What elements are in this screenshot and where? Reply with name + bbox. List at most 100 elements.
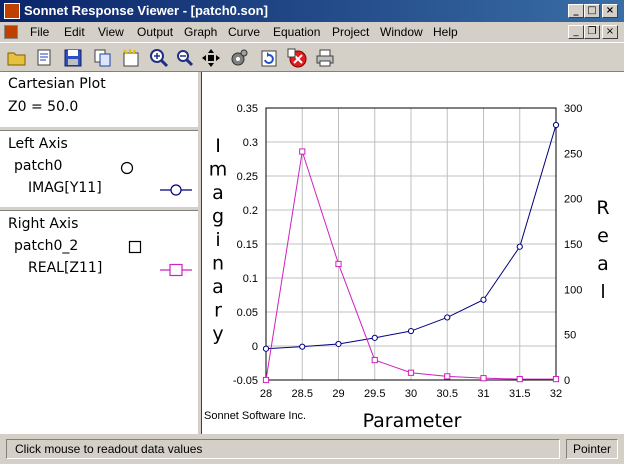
credit-label: Sonnet Software Inc. [204, 410, 306, 422]
data-point [552, 375, 560, 383]
y-tick-label: 0.35 [237, 103, 258, 115]
document-icon[interactable] [4, 25, 18, 39]
new-plot-icon[interactable] [120, 47, 142, 69]
curve-legend-square-icon [160, 263, 192, 277]
data-point [262, 376, 270, 384]
data-point [552, 121, 560, 129]
copy-icon[interactable] [92, 47, 114, 69]
x-axis-ticks: 28 28.5 29 29.5 30 30.5 31 31.5 32 [260, 388, 562, 400]
data-point [516, 375, 523, 383]
x-axis-label: Parameter [363, 410, 462, 432]
data-point [407, 327, 415, 335]
app-icon[interactable] [4, 3, 20, 19]
y2-label-letter: a [597, 253, 609, 275]
doc-restore-button[interactable]: ❐ [584, 25, 600, 39]
doc-minimize-button[interactable]: _ [568, 25, 584, 39]
print-icon[interactable] [314, 47, 336, 69]
left-axis-label: Imaginary [209, 135, 228, 345]
curve-legend-circle-icon [160, 184, 192, 196]
data-point [407, 369, 415, 376]
title-bar: Sonnet Response Viewer - [patch0.son] _ … [0, 0, 624, 22]
stop-icon[interactable] [286, 47, 308, 69]
right-axis-heading: Right Axis [8, 216, 79, 232]
x-tick-label: 31.5 [509, 388, 530, 400]
menu-bar: File Edit View Output Graph Curve Equati… [0, 22, 624, 42]
plot-type-label: Cartesian Plot [8, 76, 106, 92]
y-tick-label: 0 [252, 341, 258, 353]
toolbar [0, 42, 624, 72]
data-point [262, 345, 270, 352]
data-point [335, 260, 342, 268]
y2-tick-label: 50 [564, 330, 576, 342]
x-tick-label: 29 [332, 388, 344, 400]
x-tick-label: 29.5 [364, 388, 385, 400]
y2-tick-label: 0 [564, 375, 570, 387]
y2-tick-label: 150 [564, 239, 582, 251]
y-label-letter: a [212, 182, 224, 204]
refresh-icon[interactable] [258, 47, 280, 69]
x-tick-label: 28.5 [292, 388, 313, 400]
y-label-letter: g [212, 206, 224, 228]
menu-output[interactable]: Output [137, 25, 173, 39]
data-point [335, 340, 342, 348]
y2-label-letter: l [600, 281, 605, 303]
menu-help[interactable]: Help [433, 25, 458, 39]
menu-curve[interactable]: Curve [228, 25, 260, 39]
doc-close-button[interactable]: × [602, 25, 618, 39]
maximize-button[interactable]: □ [584, 4, 600, 18]
menu-view[interactable]: View [98, 25, 124, 39]
right-axis-label: Real [596, 197, 609, 303]
left-axis-project[interactable]: patch0 [14, 158, 62, 174]
data-point [480, 375, 487, 382]
close-button[interactable]: × [602, 4, 618, 18]
data-point [480, 296, 487, 303]
left-axis-curve[interactable]: IMAG[Y11] [28, 180, 102, 196]
y-tick-label: 0.25 [237, 171, 258, 183]
x-tick-label: 31 [477, 388, 489, 400]
right-axis-project[interactable]: patch0_2 [14, 238, 78, 254]
y2-tick-label: 250 [564, 148, 582, 160]
zoom-out-icon[interactable] [174, 47, 196, 69]
mode-indicator: Pointer [566, 439, 618, 459]
y-tick-label: 0.2 [243, 205, 258, 217]
data-point [371, 356, 378, 364]
y-label-letter: I [215, 135, 221, 157]
y-label-letter: a [212, 276, 224, 298]
minimize-button[interactable]: _ [568, 4, 584, 18]
pan-icon[interactable] [200, 47, 222, 69]
circle-marker-icon [120, 161, 134, 175]
menu-project[interactable]: Project [332, 25, 369, 39]
open-project-icon[interactable] [34, 47, 56, 69]
y-tick-label: 0.1 [243, 273, 258, 285]
zoom-in-icon[interactable] [148, 47, 170, 69]
menu-edit[interactable]: Edit [64, 25, 85, 39]
x-tick-label: 30.5 [437, 388, 458, 400]
menu-file[interactable]: File [30, 25, 49, 39]
menu-equation[interactable]: Equation [273, 25, 320, 39]
x-tick-label: 32 [550, 388, 562, 400]
y-label-letter: i [215, 229, 220, 251]
info-pane: Cartesian Plot Z0 = 50.0 Left Axis patch… [0, 72, 199, 434]
open-folder-icon[interactable] [6, 47, 28, 69]
menu-window[interactable]: Window [380, 25, 423, 39]
y-label-letter: y [212, 323, 223, 345]
y2-label-letter: e [597, 225, 609, 247]
right-axis-curve[interactable]: REAL[Z11] [28, 260, 102, 276]
y-label-letter: n [212, 253, 224, 275]
left-axis-ticks: -0.05 0 0.05 0.1 0.15 0.2 0.25 0.3 0.35 [233, 103, 258, 387]
y2-tick-label: 200 [564, 194, 582, 206]
y-tick-label: 0.3 [243, 137, 258, 149]
y2-tick-label: 300 [564, 103, 582, 115]
square-marker-icon [128, 240, 142, 254]
left-axis-heading: Left Axis [8, 136, 68, 152]
y-tick-label: -0.05 [233, 375, 258, 387]
data-point [444, 314, 451, 321]
plot-area[interactable]: -0.05 0 0.05 0.1 0.15 0.2 0.25 0.3 0.35 0 50 100 15… [202, 72, 624, 434]
data-point [371, 334, 378, 341]
settings-icon[interactable] [228, 47, 250, 69]
panel-divider [0, 126, 198, 131]
cartesian-plot[interactable]: -0.05 0 0.05 0.1 0.15 0.2 0.25 0.3 0.35 0 50 100 15… [202, 72, 624, 434]
menu-graph[interactable]: Graph [184, 25, 217, 39]
save-icon[interactable] [62, 47, 84, 69]
status-message: Click mouse to readout data values [6, 439, 560, 459]
